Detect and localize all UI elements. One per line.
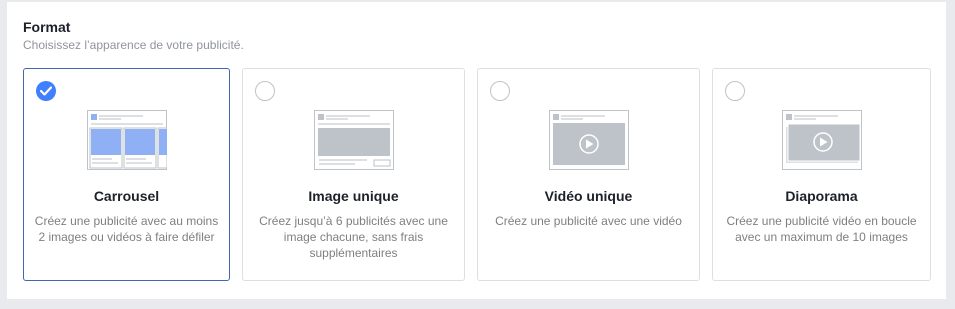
- radio-button[interactable]: [490, 81, 510, 101]
- section-title: Format: [23, 19, 71, 35]
- carousel-icon: [86, 110, 167, 170]
- format-description: Créez une publicité vidéo en boucle avec…: [726, 214, 917, 244]
- format-description: Créez jusqu’à 6 publicités avec une imag…: [259, 214, 448, 260]
- slideshow-icon: [781, 110, 862, 170]
- ad-format-section: Format Choisissez l’apparence de votre p…: [7, 2, 946, 299]
- format-title: Diaporama: [785, 188, 858, 204]
- format-option-carousel[interactable]: Carrousel Créez une publicité avec au mo…: [23, 68, 230, 281]
- format-title: Vidéo unique: [544, 188, 633, 204]
- section-subtitle: Choisissez l’apparence de votre publicit…: [23, 38, 244, 52]
- selected-check-icon[interactable]: [36, 81, 56, 101]
- format-description: Créez une publicité avec une vidéo: [495, 214, 682, 228]
- format-description: Créez une publicité avec au moins 2 imag…: [34, 214, 219, 244]
- format-title: Carrousel: [93, 188, 160, 204]
- single-image-icon: [313, 110, 394, 170]
- radio-button[interactable]: [255, 81, 275, 101]
- format-option-single-image[interactable]: Image unique Créez jusqu’à 6 publicités …: [242, 68, 465, 281]
- format-title: Image unique: [308, 188, 399, 204]
- single-video-icon: [548, 110, 629, 170]
- radio-button[interactable]: [725, 81, 745, 101]
- format-option-slideshow[interactable]: Diaporama Créez une publicité vidéo en b…: [712, 68, 931, 281]
- format-option-single-video[interactable]: Vidéo unique Créez une publicité avec un…: [477, 68, 700, 281]
